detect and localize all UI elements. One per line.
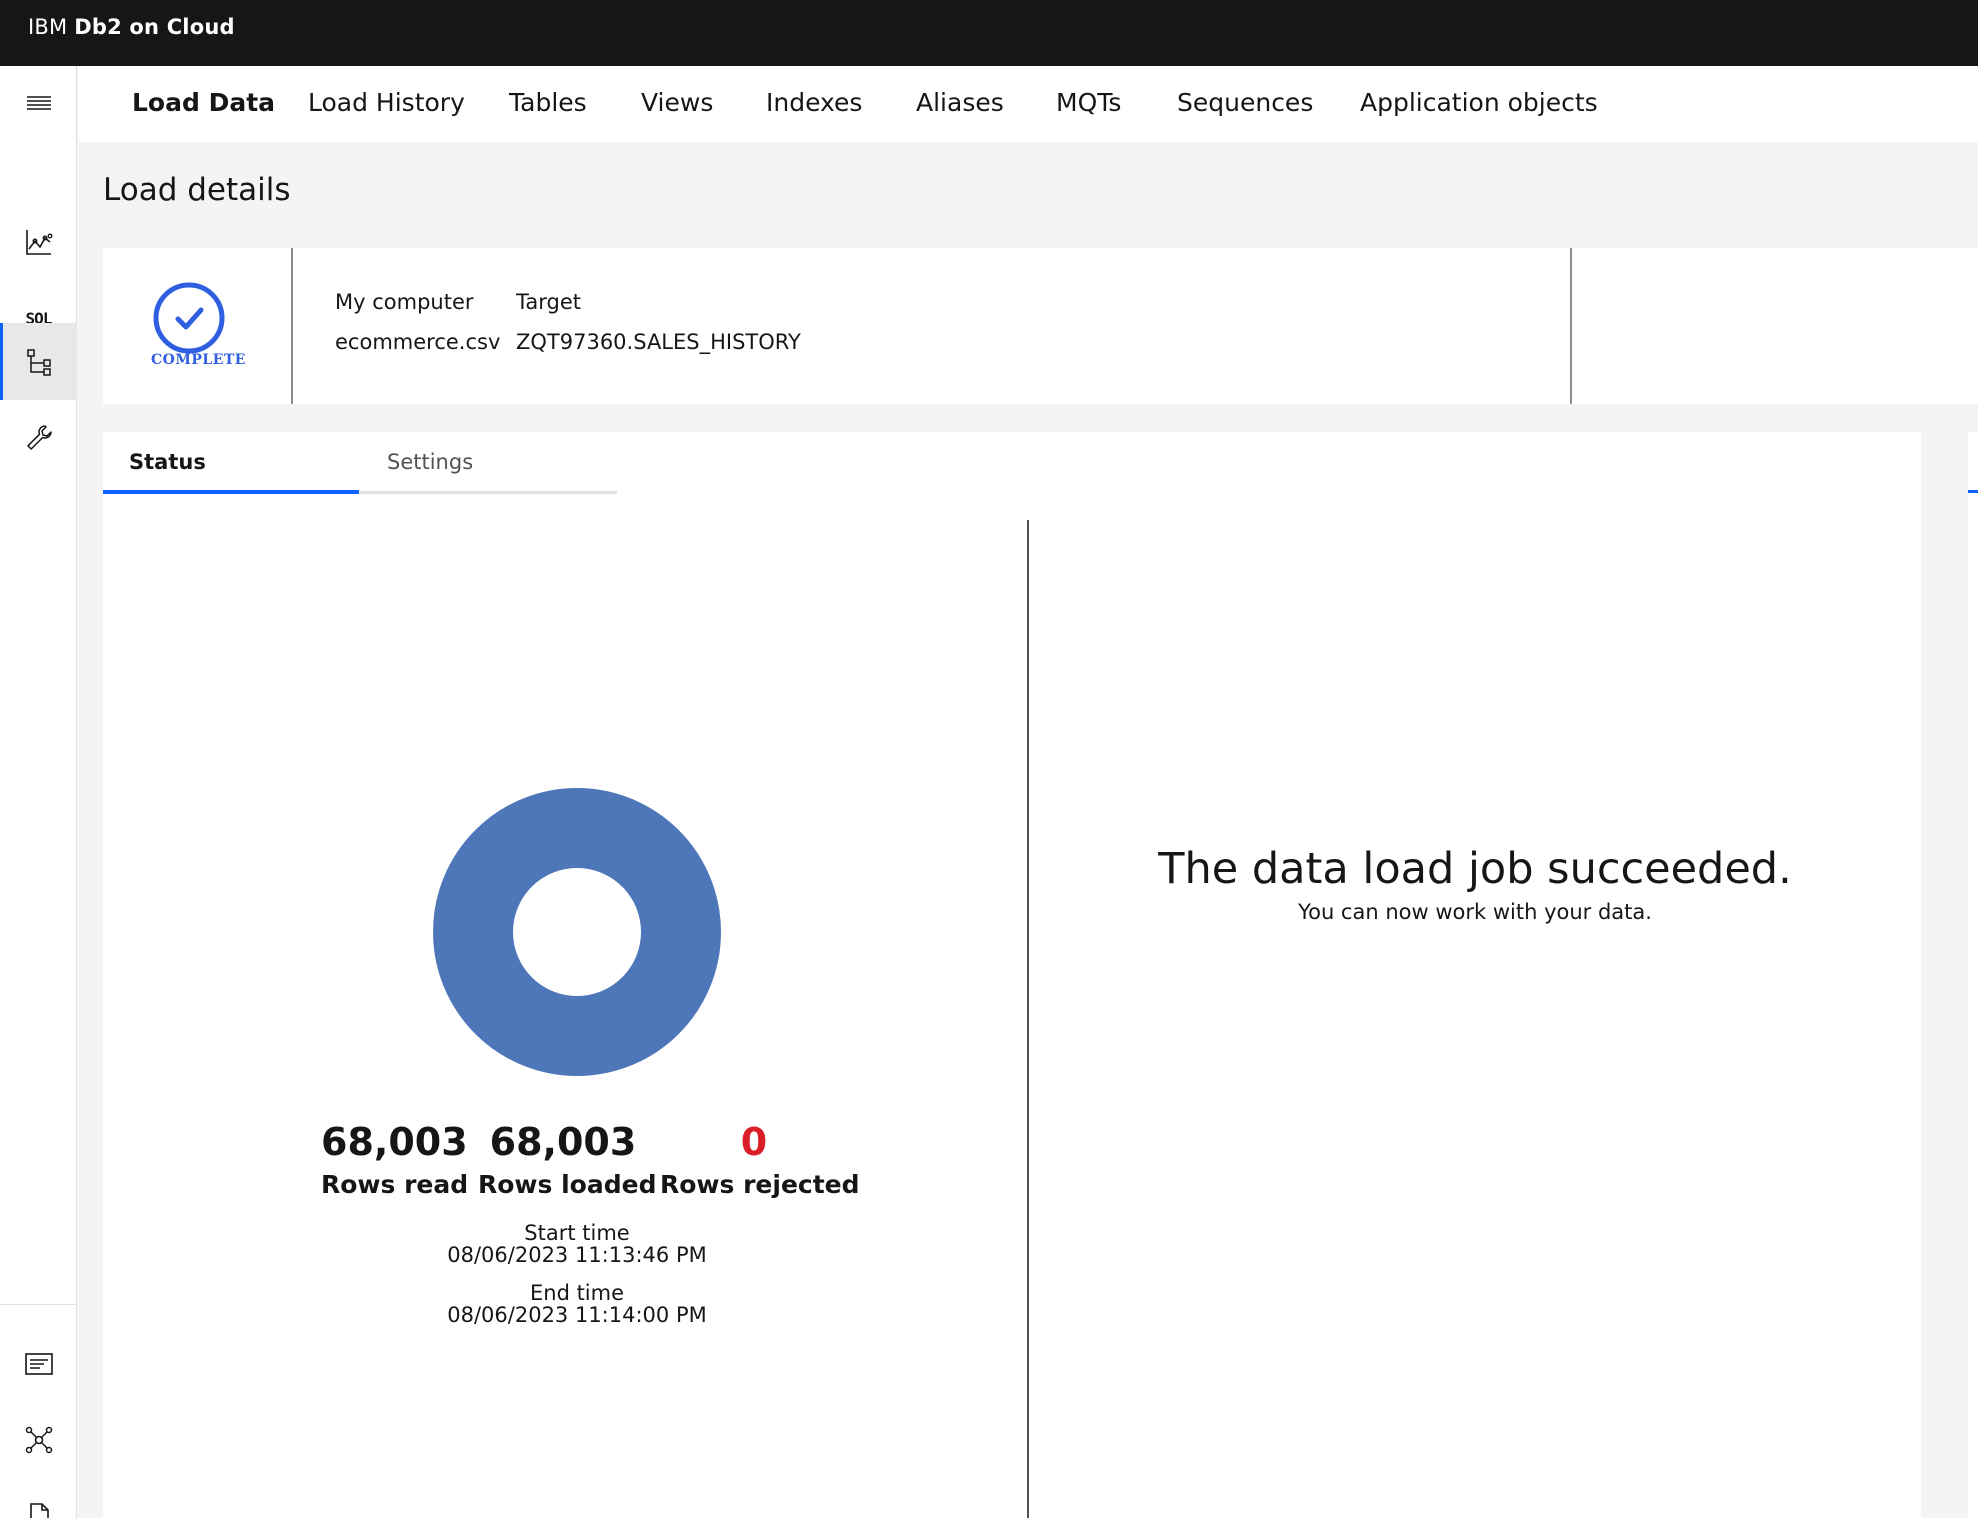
start-time-value: 08/06/2023 11:13:46 PM <box>447 1243 707 1267</box>
target-heading: Target <box>516 290 581 314</box>
tab-sequences[interactable]: Sequences <box>1177 88 1313 117</box>
tab-load-history[interactable]: Load History <box>308 88 465 117</box>
rows-donut-chart <box>433 788 721 1076</box>
stat-rows-loaded: 68,003 Rows loaded <box>478 1120 657 1199</box>
tab-views[interactable]: Views <box>641 88 713 117</box>
tab-aliases[interactable]: Aliases <box>916 88 1004 117</box>
rail-divider <box>0 1304 77 1305</box>
result-title: The data load job succeeded. <box>1158 844 1792 894</box>
tab-settings[interactable]: Settings <box>359 432 617 494</box>
stat-rows-rejected: 0 Rows rejected <box>660 1120 860 1199</box>
result-subtitle: You can now work with your data. <box>1298 900 1652 924</box>
network-button[interactable] <box>0 1402 77 1478</box>
menu-icon <box>26 96 51 110</box>
source-heading: My computer <box>335 290 474 314</box>
tab-mqts[interactable]: MQTs <box>1056 88 1121 117</box>
start-time: Start time 08/06/2023 11:13:46 PM <box>403 1222 751 1266</box>
side-panel-tab-indicator <box>1968 490 1978 493</box>
rows-read-value: 68,003 <box>321 1120 468 1164</box>
summary-divider-right <box>1570 248 1572 404</box>
tab-tables[interactable]: Tables <box>509 88 587 117</box>
rows-rejected-label: Rows rejected <box>660 1170 860 1199</box>
start-time-label: Start time <box>524 1221 630 1245</box>
source-file: ecommerce.csv <box>335 330 501 354</box>
product-brand[interactable]: IBM Db2 on Cloud <box>28 15 235 39</box>
summary-divider <box>291 248 293 404</box>
detail-tabs: Status Settings <box>103 432 617 494</box>
target-table: ZQT97360.SALES_HISTORY <box>516 330 801 354</box>
brand-prefix: IBM <box>28 15 68 39</box>
load-summary-card: COMPLETE My computer ecommerce.csv Targe… <box>103 248 1978 404</box>
notifications-icon <box>24 1353 53 1375</box>
menu-button[interactable] <box>0 66 77 142</box>
rows-rejected-value: 0 <box>740 1120 768 1164</box>
donut-loaded-ring <box>433 788 721 1076</box>
page-title: Load details <box>103 172 291 208</box>
network-icon <box>25 1426 52 1454</box>
end-time: End time 08/06/2023 11:14:00 PM <box>403 1282 751 1326</box>
brand-name: Db2 on Cloud <box>74 15 235 39</box>
rows-loaded-value: 68,003 <box>489 1120 637 1164</box>
document-button[interactable] <box>0 1478 77 1518</box>
data-tree-icon <box>27 348 51 376</box>
end-time-label: End time <box>529 1281 625 1305</box>
tab-status[interactable]: Status <box>103 432 359 494</box>
end-time-value: 08/06/2023 11:14:00 PM <box>447 1303 707 1327</box>
panel-divider <box>1027 520 1029 1518</box>
load-status-panel: Status Settings 68,003 Rows read 68,003 … <box>103 432 1921 1518</box>
status-label: COMPLETE <box>151 352 246 368</box>
rows-read-label: Rows read <box>321 1170 469 1199</box>
tab-application-objects[interactable]: Application objects <box>1360 88 1598 117</box>
monitor-chart-icon <box>25 230 52 255</box>
wrench-icon <box>26 425 52 450</box>
side-panel-edge <box>1968 432 1978 1518</box>
top-bar: IBM Db2 on Cloud <box>0 0 1978 66</box>
data-button[interactable] <box>0 323 77 400</box>
complete-check-icon <box>153 282 225 354</box>
stat-rows-read: 68,003 Rows read <box>321 1120 469 1199</box>
notifications-button[interactable] <box>0 1326 77 1402</box>
rows-loaded-label: Rows loaded <box>478 1170 657 1199</box>
tab-load-data[interactable]: Load Data <box>132 88 275 117</box>
left-rail: SQL <box>0 66 77 1518</box>
tab-indexes[interactable]: Indexes <box>766 88 862 117</box>
administer-button[interactable] <box>0 400 77 476</box>
monitor-button[interactable] <box>0 204 77 280</box>
data-nav: Load Data Load History Tables Views Inde… <box>78 66 1978 142</box>
document-icon <box>29 1503 49 1518</box>
